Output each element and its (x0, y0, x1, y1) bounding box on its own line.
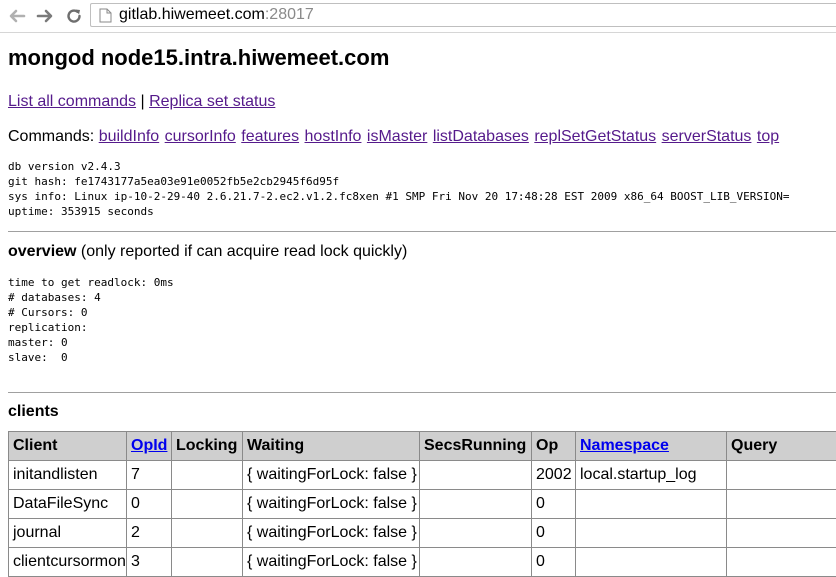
table-row: journal 2 { waitingForLock: false } 0 (9, 519, 836, 548)
cell-waiting: { waitingForLock: false } (243, 548, 420, 577)
command-link-buildinfo[interactable]: buildInfo (99, 128, 160, 145)
command-link-features[interactable]: features (241, 128, 299, 145)
forward-button[interactable] (34, 6, 56, 26)
command-link-listdatabases[interactable]: listDatabases (433, 128, 529, 145)
column-header-waiting: Waiting (243, 432, 420, 461)
table-header-row: Client OpId Locking Waiting SecsRunning … (9, 432, 836, 461)
slave-line: slave: 0 (8, 351, 68, 364)
cell-op: 0 (532, 548, 576, 577)
command-link-replsetgetstatus[interactable]: replSetGetStatus (534, 128, 656, 145)
command-link-ismaster[interactable]: isMaster (367, 128, 427, 145)
cell-opid: 7 (127, 461, 172, 490)
command-link-cursorinfo[interactable]: cursorInfo (165, 128, 236, 145)
sort-by-namespace-link[interactable]: Namespace (580, 437, 669, 454)
cell-locking (172, 519, 243, 548)
command-link-serverstatus[interactable]: serverStatus (662, 128, 752, 145)
url-text: gitlab.hiwemeet.com:28017 (119, 6, 314, 24)
reload-icon (65, 7, 83, 25)
back-button[interactable] (6, 6, 28, 26)
sys-info-line: sys info: Linux ip-10-2-29-40 2.6.21.7-2… (8, 190, 789, 203)
table-row: clientcursormon 3 { waitingForLock: fals… (9, 548, 836, 577)
cell-client: journal (9, 519, 127, 548)
column-header-op: Op (532, 432, 576, 461)
replication-line: replication: (8, 321, 87, 334)
cell-secsrunning (420, 519, 532, 548)
overview-note: (only reported if can acquire read lock … (76, 243, 407, 260)
cell-query (727, 548, 836, 577)
cell-query (727, 461, 836, 490)
overview-stats: time to get readlock: 0ms # databases: 4… (8, 275, 174, 365)
divider (8, 231, 836, 232)
command-link-hostinfo[interactable]: hostInfo (305, 128, 362, 145)
cell-waiting: { waitingForLock: false } (243, 519, 420, 548)
server-info: db version v2.4.3 git hash: fe1743177a5e… (8, 159, 789, 219)
command-link-top[interactable]: top (757, 128, 779, 145)
top-links: List all commands | Replica set status (8, 93, 275, 111)
replica-set-status-link[interactable]: Replica set status (149, 93, 275, 110)
cell-waiting: { waitingForLock: false } (243, 490, 420, 519)
column-header-client: Client (9, 432, 127, 461)
browser-toolbar: gitlab.hiwemeet.com:28017 (0, 0, 836, 33)
forward-arrow-icon (36, 8, 54, 24)
clients-table: Client OpId Locking Waiting SecsRunning … (8, 431, 836, 577)
column-header-query: Query (727, 432, 836, 461)
overview-title: overview (8, 243, 76, 260)
cell-locking (172, 461, 243, 490)
db-version-line: db version v2.4.3 (8, 160, 121, 173)
cell-locking (172, 490, 243, 519)
back-arrow-icon (8, 8, 26, 24)
cell-client: clientcursormon (9, 548, 127, 577)
cell-opid: 2 (127, 519, 172, 548)
cell-secsrunning (420, 490, 532, 519)
cell-locking (172, 548, 243, 577)
cell-query (727, 519, 836, 548)
reload-button[interactable] (63, 6, 85, 26)
cell-namespace (576, 519, 727, 548)
column-header-namespace: Namespace (576, 432, 727, 461)
cell-waiting: { waitingForLock: false } (243, 461, 420, 490)
table-row: DataFileSync 0 { waitingForLock: false }… (9, 490, 836, 519)
cell-query (727, 490, 836, 519)
commands-label: Commands: (8, 128, 99, 145)
databases-line: # databases: 4 (8, 291, 101, 304)
url-port: :28017 (265, 6, 314, 23)
divider (8, 392, 836, 393)
page-title: mongod node15.intra.hiwemeet.com (8, 45, 389, 71)
table-row: initandlisten 7 { waitingForLock: false … (9, 461, 836, 490)
cell-secsrunning (420, 548, 532, 577)
cell-namespace (576, 548, 727, 577)
column-header-opid: OpId (127, 432, 172, 461)
uptime-line: uptime: 353915 seconds (8, 205, 154, 218)
cell-op: 0 (532, 490, 576, 519)
git-hash-line: git hash: fe1743177a5ea03e91e0052fb5e2cb… (8, 175, 339, 188)
cell-op: 0 (532, 519, 576, 548)
list-all-commands-link[interactable]: List all commands (8, 93, 136, 110)
column-header-locking: Locking (172, 432, 243, 461)
cell-client: DataFileSync (9, 490, 127, 519)
overview-heading: overview (only reported if can acquire r… (8, 243, 407, 261)
column-header-secsrunning: SecsRunning (420, 432, 532, 461)
sort-by-opid-link[interactable]: OpId (131, 437, 167, 454)
cell-opid: 3 (127, 548, 172, 577)
cell-opid: 0 (127, 490, 172, 519)
page-icon (99, 8, 112, 28)
cell-namespace (576, 490, 727, 519)
url-host: gitlab.hiwemeet.com (119, 6, 265, 23)
cell-client: initandlisten (9, 461, 127, 490)
clients-heading: clients (8, 403, 59, 421)
master-line: master: 0 (8, 336, 68, 349)
commands-bar: Commands: buildInfo cursorInfo features … (8, 128, 780, 146)
cell-namespace: local.startup_log (576, 461, 727, 490)
link-separator: | (136, 93, 149, 110)
cell-op: 2002 (532, 461, 576, 490)
readlock-line: time to get readlock: 0ms (8, 276, 174, 289)
cell-secsrunning (420, 461, 532, 490)
address-bar[interactable]: gitlab.hiwemeet.com:28017 (90, 3, 836, 27)
cursors-line: # Cursors: 0 (8, 306, 87, 319)
